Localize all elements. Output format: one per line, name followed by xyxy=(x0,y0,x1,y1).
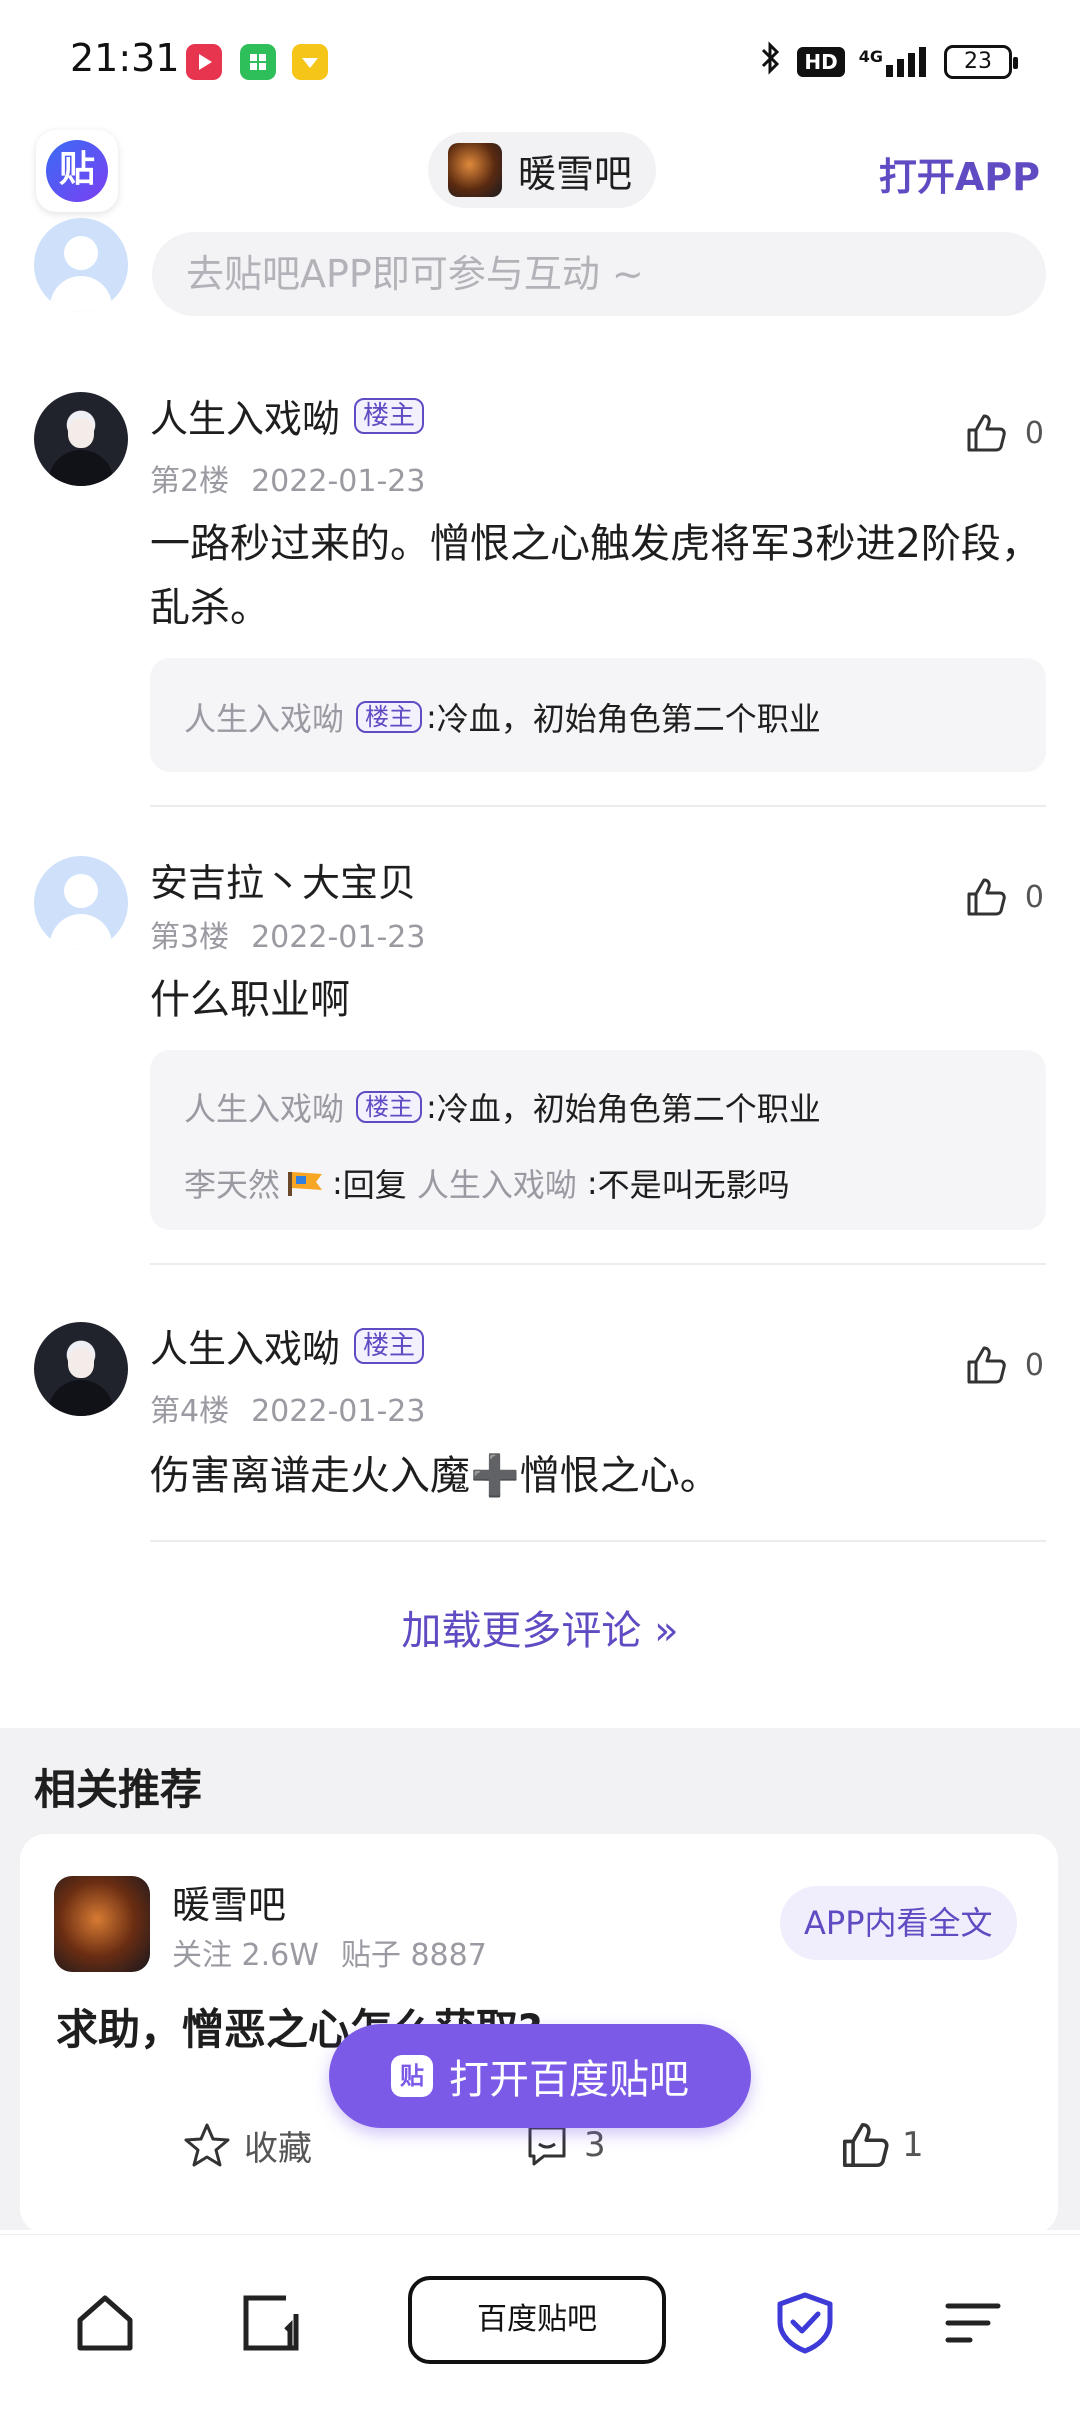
sub-reply: 人生入戏呦 楼主 : 冷血，初始角色第二个职业 xyxy=(184,1084,821,1130)
like-count: 0 xyxy=(1024,1347,1044,1383)
flag-badge-icon xyxy=(286,1168,326,1198)
app-full-text-button[interactable]: APP内看全文 xyxy=(780,1886,1017,1960)
op-badge: 楼主 xyxy=(356,701,423,733)
post-content: 伤害离谱走火入魔➕憎恨之心。 xyxy=(150,1453,720,1499)
post-meta: 第3楼 2022-01-23 xyxy=(150,912,425,956)
sub-replies[interactable]: 人生入戏呦 楼主 : 冷血，初始角色第二个职业 xyxy=(150,658,1046,772)
post-date: 2022-01-23 xyxy=(251,464,426,499)
post-date: 2022-01-23 xyxy=(251,1394,426,1429)
open-app-link[interactable]: 打开APP xyxy=(879,146,1040,201)
divider xyxy=(150,1263,1046,1265)
like-count: 0 xyxy=(1024,879,1044,915)
related-forum-name[interactable]: 暖雪吧 xyxy=(172,1874,286,1929)
home-icon[interactable] xyxy=(72,2290,138,2360)
post-author: 人生入戏呦 楼主 xyxy=(150,1318,425,1373)
post-author: 安吉拉丶大宝贝 xyxy=(150,852,416,907)
forum-avatar xyxy=(448,143,502,197)
sub-reply-author[interactable]: 人生入戏呦 xyxy=(184,694,344,740)
op-badge: 楼主 xyxy=(354,397,425,434)
sub-reply-text: 冷血，初始角色第二个职业 xyxy=(436,1090,821,1128)
open-tieba-button[interactable]: 贴 打开百度贴吧 xyxy=(329,2024,751,2128)
like-count: 0 xyxy=(1024,415,1044,451)
sub-replies[interactable]: 人生入戏呦 楼主 : 冷血，初始角色第二个职业 李天然 : 回复 人生入戏呦 :… xyxy=(150,1050,1046,1230)
sub-reply-text: 不是叫无影吗 xyxy=(597,1166,790,1204)
tieba-logo-text: 贴 xyxy=(46,140,108,202)
related-like-count: 1 xyxy=(902,2125,924,2165)
status-right: HD 4G 23 xyxy=(759,40,1018,83)
post-count: 贴子 8887 xyxy=(340,1938,487,1973)
user-avatar[interactable] xyxy=(34,392,128,486)
divider xyxy=(150,805,1046,807)
sub-reply: 人生入戏呦 楼主 : 冷血，初始角色第二个职业 xyxy=(184,694,821,740)
collect-label: 收藏 xyxy=(244,2128,312,2169)
like-button[interactable]: 0 xyxy=(965,412,1044,454)
sub-reply-sep: : xyxy=(332,1164,343,1202)
comment-count: 3 xyxy=(584,2125,606,2165)
reply-word: 回复 xyxy=(342,1166,407,1204)
reply-input[interactable]: 去贴吧APP即可参与互动 ~ xyxy=(152,232,1046,316)
thumbs-up-icon xyxy=(842,2122,889,2168)
menu-icon[interactable] xyxy=(940,2290,1006,2360)
reply-to-user[interactable]: 人生入戏呦 xyxy=(417,1160,577,1206)
star-icon xyxy=(184,2123,230,2167)
floor-number: 第4楼 xyxy=(150,1394,230,1429)
related-title: 相关推荐 xyxy=(34,1765,203,1814)
status-time: 21:31 xyxy=(70,36,180,80)
sub-reply-author[interactable]: 李天然 xyxy=(184,1160,280,1206)
thumbs-up-icon xyxy=(967,878,1006,916)
tieba-small-logo-icon: 贴 xyxy=(391,2055,433,2097)
hd-icon: HD xyxy=(797,46,845,77)
thumbs-up-icon xyxy=(967,1346,1006,1384)
my-avatar xyxy=(34,218,128,312)
thumbs-up-icon xyxy=(967,414,1006,452)
sub-reply-text: 冷血，初始角色第二个职业 xyxy=(436,700,821,738)
sub-reply-author[interactable]: 人生入戏呦 xyxy=(184,1084,344,1130)
user-avatar[interactable] xyxy=(34,856,128,950)
username[interactable]: 安吉拉丶大宝贝 xyxy=(150,852,416,907)
post-author: 人生入戏呦 楼主 xyxy=(150,388,425,443)
user-avatar[interactable] xyxy=(34,1322,128,1416)
sub-reply-sep: : xyxy=(586,1164,598,1202)
post-date: 2022-01-23 xyxy=(251,920,426,955)
open-tieba-label: 打开百度贴吧 xyxy=(449,2057,689,2103)
coupon-app-icon xyxy=(292,44,328,80)
forum-pill[interactable]: 暖雪吧 xyxy=(428,132,657,208)
post-content: 一路秒过来的。憎恨之心触发虎将军3秒进2阶段，乱杀。 xyxy=(150,521,1041,631)
sub-reply: 李天然 : 回复 人生入戏呦 : 不是叫无影吗 xyxy=(184,1160,790,1206)
battery-indicator: 23 xyxy=(944,44,1018,79)
post-content: 什么职业啊 xyxy=(150,977,350,1023)
op-badge: 楼主 xyxy=(356,1091,423,1123)
floor-number: 第3楼 xyxy=(150,920,230,955)
network-type: 4G xyxy=(858,46,883,66)
tieba-logo[interactable]: 贴 xyxy=(36,130,118,212)
sub-reply-sep: : xyxy=(426,1088,437,1126)
shield-icon[interactable] xyxy=(772,2290,838,2360)
username[interactable]: 人生入戏呦 xyxy=(150,388,340,443)
nav-tieba-button[interactable]: 百度贴吧 xyxy=(408,2276,666,2364)
post-meta: 第4楼 2022-01-23 xyxy=(150,1386,425,1430)
related-forum-meta: 关注 2.6W 贴子 8887 xyxy=(172,1930,487,1974)
post-meta: 第2楼 2022-01-23 xyxy=(150,456,425,500)
tabs-icon[interactable] xyxy=(238,2290,304,2360)
follow-count: 关注 2.6W xyxy=(172,1938,319,1973)
op-badge: 楼主 xyxy=(354,1327,425,1364)
related-like-button[interactable]: 1 xyxy=(840,2120,924,2170)
floor-number: 第2楼 xyxy=(150,464,230,499)
related-forum-avatar[interactable] xyxy=(54,1876,150,1972)
load-more-comments[interactable]: 加载更多评论 » xyxy=(0,1598,1080,1656)
sub-reply-sep: : xyxy=(426,698,437,736)
signal-icon: 4G xyxy=(858,46,930,77)
bluetooth-icon xyxy=(759,40,783,83)
forum-name: 暖雪吧 xyxy=(518,151,633,196)
like-button[interactable]: 0 xyxy=(965,1344,1044,1386)
collect-button[interactable]: 收藏 xyxy=(182,2120,312,2170)
username[interactable]: 人生入戏呦 xyxy=(150,1318,340,1373)
divider xyxy=(150,1540,1046,1542)
video-app-icon xyxy=(186,44,222,80)
like-button[interactable]: 0 xyxy=(965,876,1044,918)
grid-app-icon xyxy=(240,44,276,80)
